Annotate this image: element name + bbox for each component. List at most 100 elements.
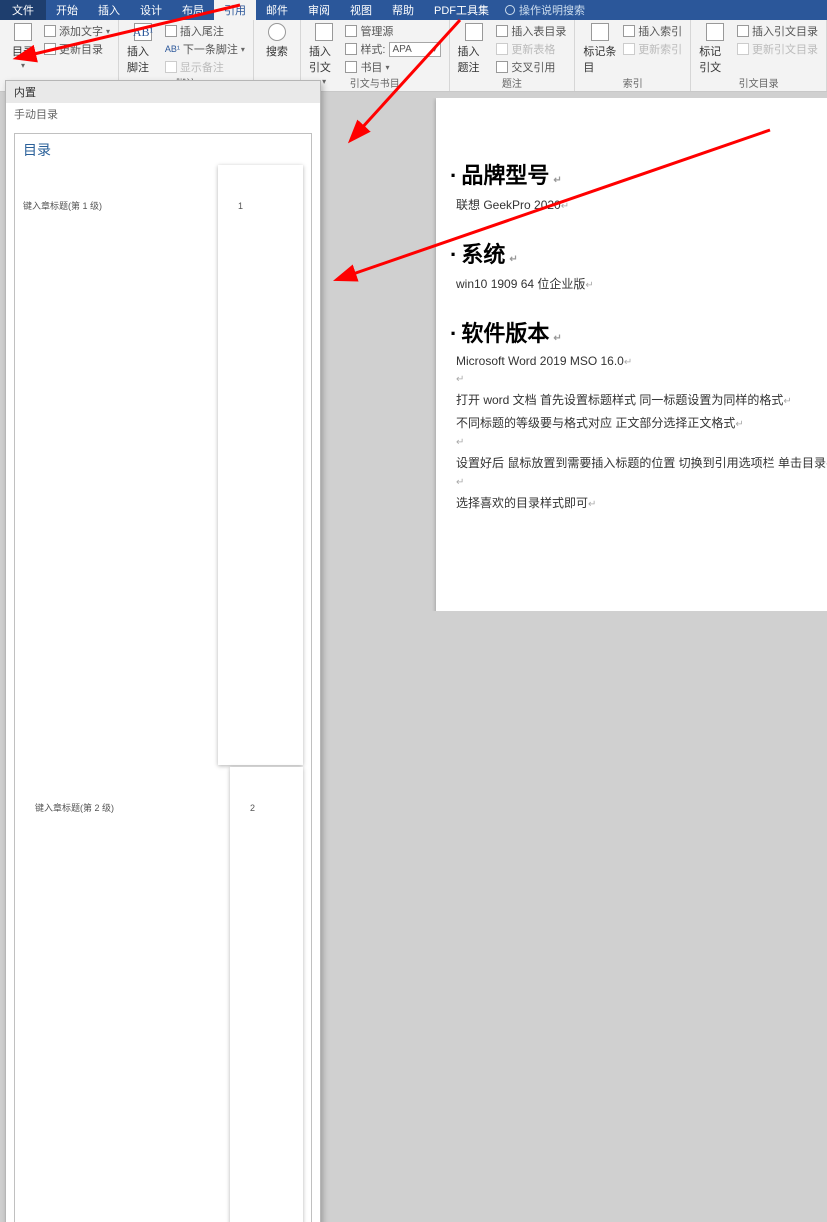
insert-reftoc-icon	[737, 25, 749, 37]
tab-references[interactable]: 引用	[214, 0, 256, 20]
mark-citation-button[interactable]: 标记引文	[699, 23, 731, 75]
group-caption: 插入题注 插入表目录 更新表格 交叉引用 题注	[450, 20, 576, 91]
toc-icon	[14, 23, 32, 41]
insert-caption-label: 插入题注	[458, 43, 491, 75]
update-index-button[interactable]: 更新索引	[623, 41, 682, 57]
insert-citation-label: 插入引文	[309, 43, 340, 75]
update-reftoc-button[interactable]: 更新引文目录	[737, 41, 818, 57]
add-text-button[interactable]: 添加文字▾	[44, 23, 110, 39]
tell-me-search[interactable]: 操作说明搜索	[505, 2, 585, 18]
fig-toc-icon	[496, 25, 508, 37]
text-step-4: 选择喜欢的目录样式即可	[456, 496, 588, 510]
tab-insert[interactable]: 插入	[88, 0, 130, 20]
insert-footnote-button[interactable]: AB¹ 插入脚注	[127, 23, 159, 75]
mark-entry-icon	[591, 23, 609, 41]
tab-review[interactable]: 审阅	[298, 0, 340, 20]
toc-line: 键入章标题(第 1 级)1	[23, 165, 303, 765]
mark-entry-button[interactable]: 标记条目	[583, 23, 617, 75]
search-button[interactable]: 搜索	[262, 23, 292, 59]
tab-layout[interactable]: 布局	[172, 0, 214, 20]
text-step-3: 设置好后 鼠标放置到需要插入标题的位置 切换到引用选项栏 单击目录	[456, 456, 826, 470]
search-button-label: 搜索	[266, 43, 288, 59]
heading-software: 软件版本↵	[450, 316, 827, 348]
group-reftoc-label: 引文目录	[691, 75, 826, 90]
group-caption-label: 题注	[450, 75, 575, 90]
citation-icon	[315, 23, 333, 41]
style-label: 样式:	[360, 41, 385, 57]
group-citation-label: 引文与书目	[301, 75, 449, 90]
toc-button-label: 目录	[12, 43, 34, 59]
text-software-value: Microsoft Word 2019 MSO 16.0	[456, 354, 624, 368]
chevron-down-icon: ▾	[21, 61, 25, 70]
insert-endnote-button[interactable]: 插入尾注	[165, 23, 245, 39]
tab-view[interactable]: 视图	[340, 0, 382, 20]
bibliography-button[interactable]: 书目▾	[345, 59, 440, 75]
insert-fig-toc-button[interactable]: 插入表目录	[496, 23, 566, 39]
mark-citation-label: 标记引文	[699, 43, 731, 75]
manual-toc-preview[interactable]: 目录 键入章标题(第 1 级)1键入章标题(第 2 级)2键入章标题(第 3 级…	[14, 133, 312, 1222]
toc-line: 键入章标题(第 2 级)2	[23, 767, 303, 1222]
insert-fig-toc-label: 插入表目录	[511, 23, 566, 39]
cross-reference-label: 交叉引用	[511, 59, 555, 75]
document-area: 品牌型号↵ 联想 GeekPro 2020↵ 系统↵ win10 1909 64…	[326, 98, 827, 611]
tab-pdftools[interactable]: PDF工具集	[424, 0, 499, 20]
cross-ref-icon	[496, 61, 508, 73]
text-system-value: win10 1909 64 位企业版	[456, 277, 585, 291]
citation-style-select[interactable]: 样式: APA▾	[345, 41, 440, 57]
bulb-icon	[505, 5, 515, 15]
update-table-icon	[496, 43, 508, 55]
tab-help[interactable]: 帮助	[382, 0, 424, 20]
insert-endnote-label: 插入尾注	[180, 23, 224, 39]
next-footnote-button[interactable]: AB¹下一条脚注▾	[165, 41, 245, 57]
group-citation: 插入引文 ▾ 管理源 样式: APA▾ 书目▾ 引文与书目	[301, 20, 450, 91]
group-index-label: 索引	[575, 75, 690, 90]
footnote-icon: AB¹	[134, 23, 152, 41]
insert-index-button[interactable]: 插入索引	[623, 23, 682, 39]
manual-toc-heading: 目录	[23, 140, 303, 160]
tab-design[interactable]: 设计	[130, 0, 172, 20]
heading-system: 系统↵	[450, 237, 827, 269]
group-index: 标记条目 插入索引 更新索引 索引	[575, 20, 691, 91]
menu-bar: 文件 开始 插入 设计 布局 引用 邮件 审阅 视图 帮助 PDF工具集 操作说…	[0, 0, 827, 20]
toc-button[interactable]: 目录 ▾	[8, 23, 38, 70]
group-reftoc: 标记引文 插入引文目录 更新引文目录 引文目录	[691, 20, 827, 91]
file-tab[interactable]: 文件	[0, 0, 46, 20]
tab-home[interactable]: 开始	[46, 0, 88, 20]
insert-reftoc-label: 插入引文目录	[752, 23, 818, 39]
text-step-2: 不同标题的等级要与格式对应 正文部分选择正文格式	[456, 416, 735, 430]
caption-icon	[465, 23, 483, 41]
insert-reftoc-button[interactable]: 插入引文目录	[737, 23, 818, 39]
update-toc-button[interactable]: 更新目录	[44, 41, 110, 57]
document-page[interactable]: 品牌型号↵ 联想 GeekPro 2020↵ 系统↵ win10 1909 64…	[436, 98, 827, 611]
text-brand-value: 联想 GeekPro 2020	[456, 198, 561, 212]
show-notes-button[interactable]: 显示备注	[165, 59, 245, 75]
show-notes-icon	[165, 61, 177, 73]
update-index-icon	[623, 43, 635, 55]
update-toc-icon	[44, 43, 56, 55]
update-table-button[interactable]: 更新表格	[496, 41, 566, 57]
show-notes-label: 显示备注	[180, 59, 224, 75]
bibliography-label: 书目	[360, 59, 382, 75]
tab-mailings[interactable]: 邮件	[256, 0, 298, 20]
endnote-icon	[165, 25, 177, 37]
manage-sources-button[interactable]: 管理源	[345, 23, 440, 39]
text-step-1: 打开 word 文档 首先设置标题样式 同一标题设置为同样的格式	[456, 393, 783, 407]
add-text-icon	[44, 25, 56, 37]
next-footnote-label: 下一条脚注	[183, 41, 238, 57]
mark-entry-label: 标记条目	[583, 43, 617, 75]
builtin-section-title: 内置	[6, 81, 320, 103]
insert-index-icon	[623, 25, 635, 37]
update-reftoc-label: 更新引文目录	[752, 41, 818, 57]
update-table-label: 更新表格	[511, 41, 555, 57]
manage-sources-label: 管理源	[360, 23, 393, 39]
insert-index-label: 插入索引	[638, 23, 682, 39]
cross-reference-button[interactable]: 交叉引用	[496, 59, 566, 75]
tell-me-label: 操作说明搜索	[519, 2, 585, 18]
heading-brand: 品牌型号↵	[450, 158, 827, 190]
manage-sources-icon	[345, 25, 357, 37]
update-toc-label: 更新目录	[59, 41, 103, 57]
insert-caption-button[interactable]: 插入题注	[458, 23, 491, 75]
toc-dropdown: 内置 手动目录 目录 键入章标题(第 1 级)1键入章标题(第 2 级)2键入章…	[5, 80, 321, 1222]
mark-citation-icon	[706, 23, 724, 41]
search-icon	[268, 23, 286, 41]
